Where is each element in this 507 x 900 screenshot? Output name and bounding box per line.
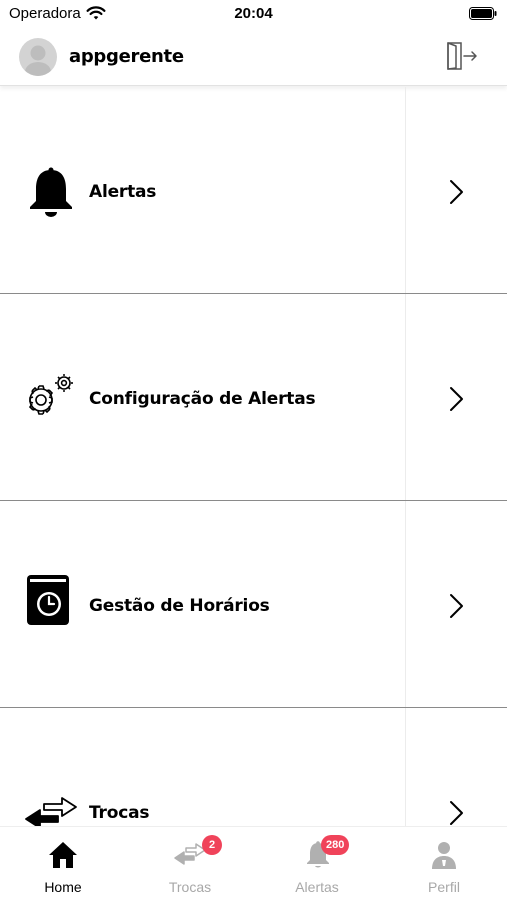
tab-alertas[interactable]: 280 Alertas	[254, 827, 380, 900]
person-icon	[432, 842, 456, 869]
tab-trocas[interactable]: 2 Trocas	[127, 827, 253, 900]
menu-item-trocas[interactable]: Trocas	[0, 708, 507, 827]
column-divider	[405, 87, 406, 293]
menu-item-alertas[interactable]: Alertas	[0, 87, 507, 294]
tab-label: Home	[44, 879, 82, 895]
bottom-tab-bar: Home 2 Trocas 280 Alertas Perfil	[0, 826, 507, 900]
username-label: appgerente	[69, 46, 184, 67]
clock-book-icon	[27, 575, 69, 625]
logout-door-icon[interactable]	[445, 41, 479, 71]
user-avatar-icon[interactable]	[19, 38, 57, 76]
main-menu: Alertas Configuração de Alertas Gestão d…	[0, 87, 507, 827]
chevron-right-icon	[450, 801, 463, 825]
app-header: appgerente	[0, 28, 507, 86]
avatar-silhouette	[25, 45, 51, 76]
menu-item-label: Configuração de Alertas	[89, 389, 316, 409]
tab-perfil[interactable]: Perfil	[381, 827, 507, 900]
menu-item-label: Gestão de Horários	[89, 596, 270, 616]
status-bar: Operadora 20:04	[0, 0, 507, 28]
tab-label: Trocas	[168, 879, 212, 895]
status-time: 20:04	[234, 5, 273, 22]
bell-icon	[30, 167, 72, 217]
column-divider	[405, 708, 406, 827]
trocas-count-badge: 2	[202, 835, 222, 855]
gears-icon	[28, 374, 73, 415]
menu-item-configuracao-alertas[interactable]: Configuração de Alertas	[0, 294, 507, 501]
column-divider	[405, 294, 406, 500]
tab-home[interactable]: Home	[0, 827, 126, 900]
menu-item-gestao-horarios[interactable]: Gestão de Horários	[0, 501, 507, 708]
swap-arrows-icon	[25, 797, 77, 827]
tab-label: Perfil	[428, 879, 460, 895]
home-icon	[49, 842, 77, 868]
chevron-right-icon	[450, 387, 463, 411]
column-divider	[405, 501, 406, 707]
chevron-right-icon	[450, 594, 463, 618]
chevron-right-icon	[450, 180, 463, 204]
battery-icon	[469, 7, 497, 20]
menu-item-label: Trocas	[89, 803, 150, 823]
alertas-count-badge: 280	[321, 835, 350, 855]
tab-label: Alertas	[295, 879, 339, 895]
menu-item-label: Alertas	[89, 182, 157, 202]
